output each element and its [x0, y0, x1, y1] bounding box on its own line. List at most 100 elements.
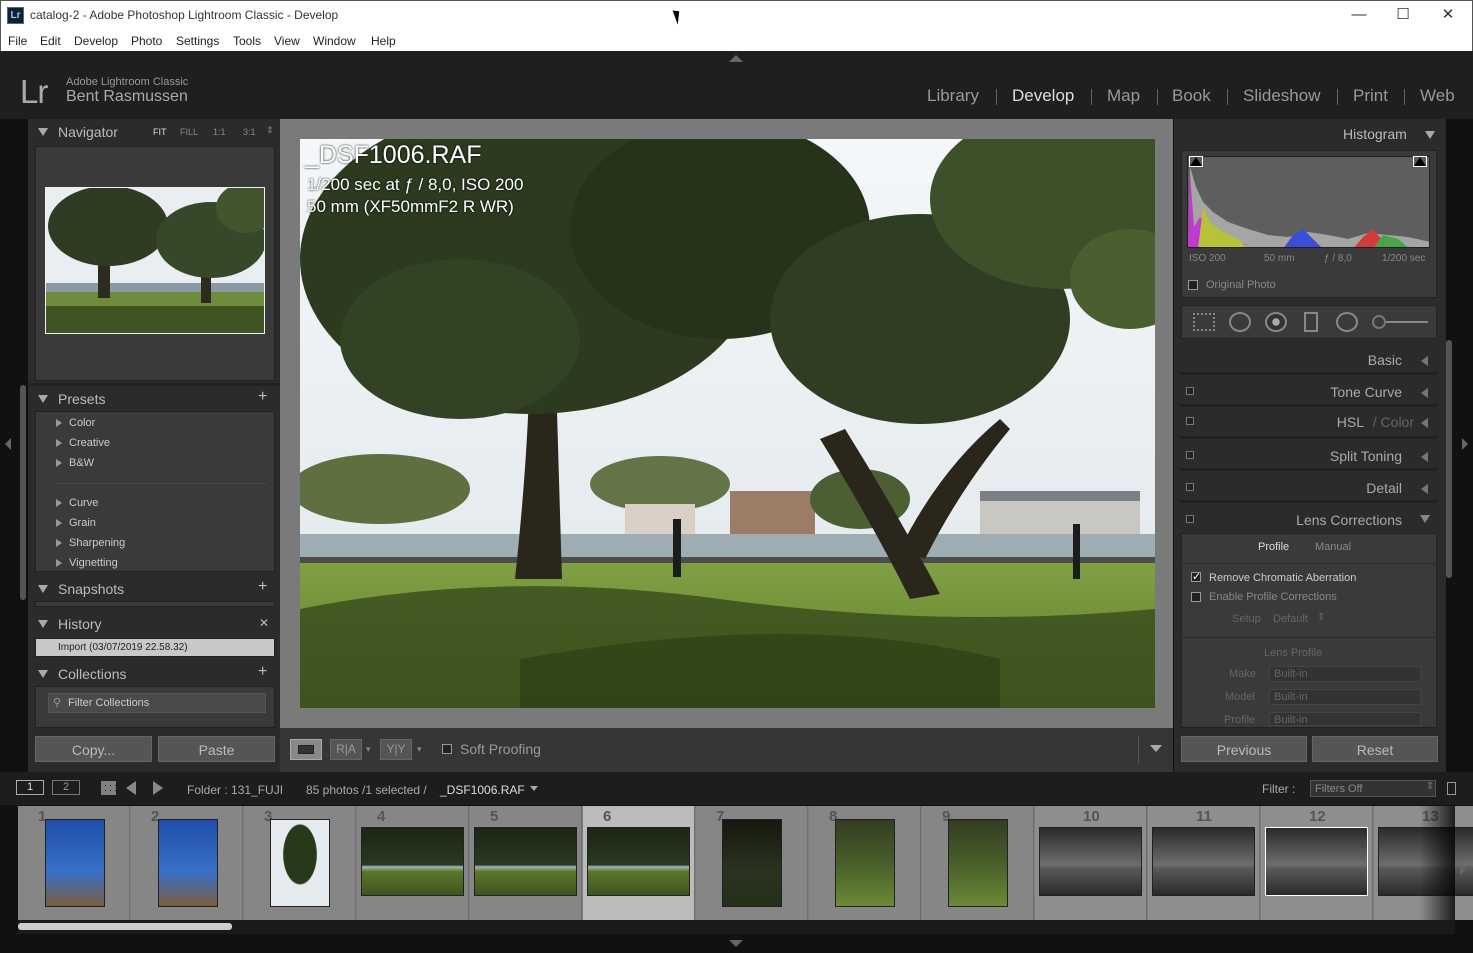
filter-dropdown[interactable]: Filters Off: [1310, 780, 1436, 797]
profile-dropdown[interactable]: Built-in: [1269, 712, 1421, 726]
module-develop[interactable]: Develop: [1012, 86, 1074, 106]
histogram-graph[interactable]: [1187, 156, 1430, 248]
preset-group-bw[interactable]: B&W: [69, 457, 94, 469]
toolbar-menu-icon[interactable]: [1150, 745, 1162, 752]
before-after-lr-button[interactable]: R|A: [330, 739, 362, 760]
dropdown-arrow-icon[interactable]: ▾: [366, 744, 371, 755]
grid-view-icon[interactable]: [101, 781, 116, 795]
tone-curve-panel-header[interactable]: Tone Curve: [1179, 378, 1438, 406]
filmstrip-next-icon[interactable]: [1460, 863, 1466, 875]
before-after-tb-button[interactable]: Y|Y: [380, 739, 412, 760]
split-toning-panel-header[interactable]: Split Toning: [1179, 442, 1438, 470]
model-dropdown[interactable]: Built-in: [1269, 689, 1421, 705]
navigator-zoom-stepper-icon[interactable]: ⇕: [266, 125, 274, 136]
previous-button[interactable]: Previous: [1181, 736, 1307, 762]
detail-panel-header[interactable]: Detail: [1179, 474, 1438, 502]
menu-tools[interactable]: Tools: [233, 34, 261, 48]
filmstrip-thumbnail[interactable]: [1039, 827, 1142, 896]
expand-triangle-icon[interactable]: [56, 419, 62, 427]
menu-edit[interactable]: Edit: [40, 34, 61, 48]
module-slideshow[interactable]: Slideshow: [1243, 86, 1321, 106]
hsl-panel-header[interactable]: HSL / Color: [1179, 408, 1438, 436]
module-map[interactable]: Map: [1107, 86, 1140, 106]
copy-settings-button[interactable]: Copy...: [35, 736, 152, 762]
enable-profile-checkbox[interactable]: [1191, 592, 1201, 602]
menu-photo[interactable]: Photo: [131, 34, 162, 48]
spot-removal-tool-icon[interactable]: [1229, 312, 1251, 332]
filmstrip-thumbnail[interactable]: [474, 827, 577, 896]
filmstrip-thumbnail[interactable]: [835, 819, 895, 907]
left-panel-scrollbar[interactable]: [20, 385, 26, 600]
filmstrip-cell[interactable]: 8: [809, 806, 921, 920]
bottom-panel-toggle-icon[interactable]: [729, 940, 743, 947]
filmstrip-cell[interactable]: 10: [1035, 806, 1147, 920]
adjustment-brush-icon[interactable]: [1372, 315, 1386, 329]
navigator-thumbnail[interactable]: [45, 187, 265, 334]
menu-settings[interactable]: Settings: [176, 34, 219, 48]
panel-switch-icon[interactable]: [1186, 387, 1194, 395]
filmstrip-scrollbar-thumb[interactable]: [18, 923, 232, 930]
filmstrip-thumbnail[interactable]: [158, 819, 218, 907]
collections-header[interactable]: Collections: [28, 662, 280, 686]
filmstrip-cell[interactable]: 2: [131, 806, 243, 920]
filmstrip-thumbnail[interactable]: [361, 827, 464, 896]
filmstrip-cell[interactable]: 3: [244, 806, 356, 920]
filmstrip-cell[interactable]: 9: [922, 806, 1034, 920]
navigator-1to1[interactable]: 1:1: [213, 127, 226, 137]
filmstrip-thumbnail[interactable]: [270, 819, 330, 907]
navigator-fill[interactable]: FILL: [180, 127, 198, 137]
add-preset-icon[interactable]: +: [258, 388, 267, 406]
filter-lock-icon[interactable]: [1447, 782, 1456, 795]
filename-dropdown-icon[interactable]: [530, 786, 538, 791]
lens-tab-profile[interactable]: Profile: [1258, 541, 1289, 553]
history-header[interactable]: History: [28, 612, 280, 636]
module-library[interactable]: Library: [927, 86, 979, 106]
add-collection-icon[interactable]: +: [258, 663, 267, 681]
snapshots-header[interactable]: Snapshots: [28, 577, 280, 601]
expand-triangle-icon[interactable]: [56, 559, 62, 567]
filmstrip-thumbnail[interactable]: [45, 819, 105, 907]
menu-develop[interactable]: Develop: [74, 34, 118, 48]
lens-tab-manual[interactable]: Manual: [1315, 541, 1351, 553]
red-eye-tool-icon[interactable]: [1265, 312, 1287, 332]
module-web[interactable]: Web: [1420, 86, 1455, 106]
add-snapshot-icon[interactable]: +: [258, 578, 267, 596]
menu-file[interactable]: File: [8, 34, 27, 48]
filmstrip-cell[interactable]: 11: [1148, 806, 1260, 920]
lens-corrections-panel-header[interactable]: Lens Corrections: [1179, 506, 1438, 534]
highlight-clipping-icon[interactable]: [1413, 156, 1427, 167]
shadow-clipping-icon[interactable]: [1189, 156, 1203, 167]
expand-triangle-icon[interactable]: [56, 539, 62, 547]
module-book[interactable]: Book: [1172, 86, 1211, 106]
original-photo-checkbox[interactable]: [1188, 280, 1198, 290]
right-panel-scrollbar[interactable]: [1446, 340, 1452, 578]
left-panel-toggle-icon[interactable]: [5, 438, 11, 450]
basic-panel-header[interactable]: Basic: [1179, 346, 1438, 374]
panel-switch-icon[interactable]: [1186, 483, 1194, 491]
filmstrip-thumbnail[interactable]: [1265, 827, 1368, 896]
preset-group-grain[interactable]: Grain: [69, 517, 96, 529]
filmstrip-scroll-track[interactable]: [18, 920, 1455, 934]
expand-triangle-icon[interactable]: [56, 439, 62, 447]
filmstrip-thumbnail[interactable]: [587, 827, 690, 896]
menu-help[interactable]: Help: [371, 34, 396, 48]
expand-triangle-icon[interactable]: [56, 519, 62, 527]
presets-header[interactable]: Presets: [28, 387, 280, 411]
paste-settings-button[interactable]: Paste: [158, 736, 275, 762]
main-window-button[interactable]: 1: [16, 780, 44, 795]
filter-collections-input[interactable]: ⚲ Filter Collections: [48, 693, 266, 713]
filmstrip-thumbnail[interactable]: [722, 819, 782, 907]
histogram-collapse-icon[interactable]: [1425, 131, 1435, 139]
preset-group-sharpening[interactable]: Sharpening: [69, 537, 125, 549]
minimize-button[interactable]: —: [1336, 0, 1382, 31]
secondary-window-button[interactable]: 2: [52, 780, 80, 795]
back-arrow-icon[interactable]: [126, 781, 136, 795]
filmstrip-thumbnail[interactable]: [1152, 827, 1255, 896]
reset-button[interactable]: Reset: [1312, 736, 1438, 762]
forward-arrow-icon[interactable]: [153, 781, 163, 795]
remove-ca-checkbox[interactable]: ✓: [1191, 572, 1201, 583]
filmstrip-cell[interactable]: 1: [18, 806, 130, 920]
preset-group-color[interactable]: Color: [69, 417, 95, 429]
loupe-view-button[interactable]: [290, 739, 322, 760]
maximize-button[interactable]: ☐: [1380, 0, 1426, 31]
